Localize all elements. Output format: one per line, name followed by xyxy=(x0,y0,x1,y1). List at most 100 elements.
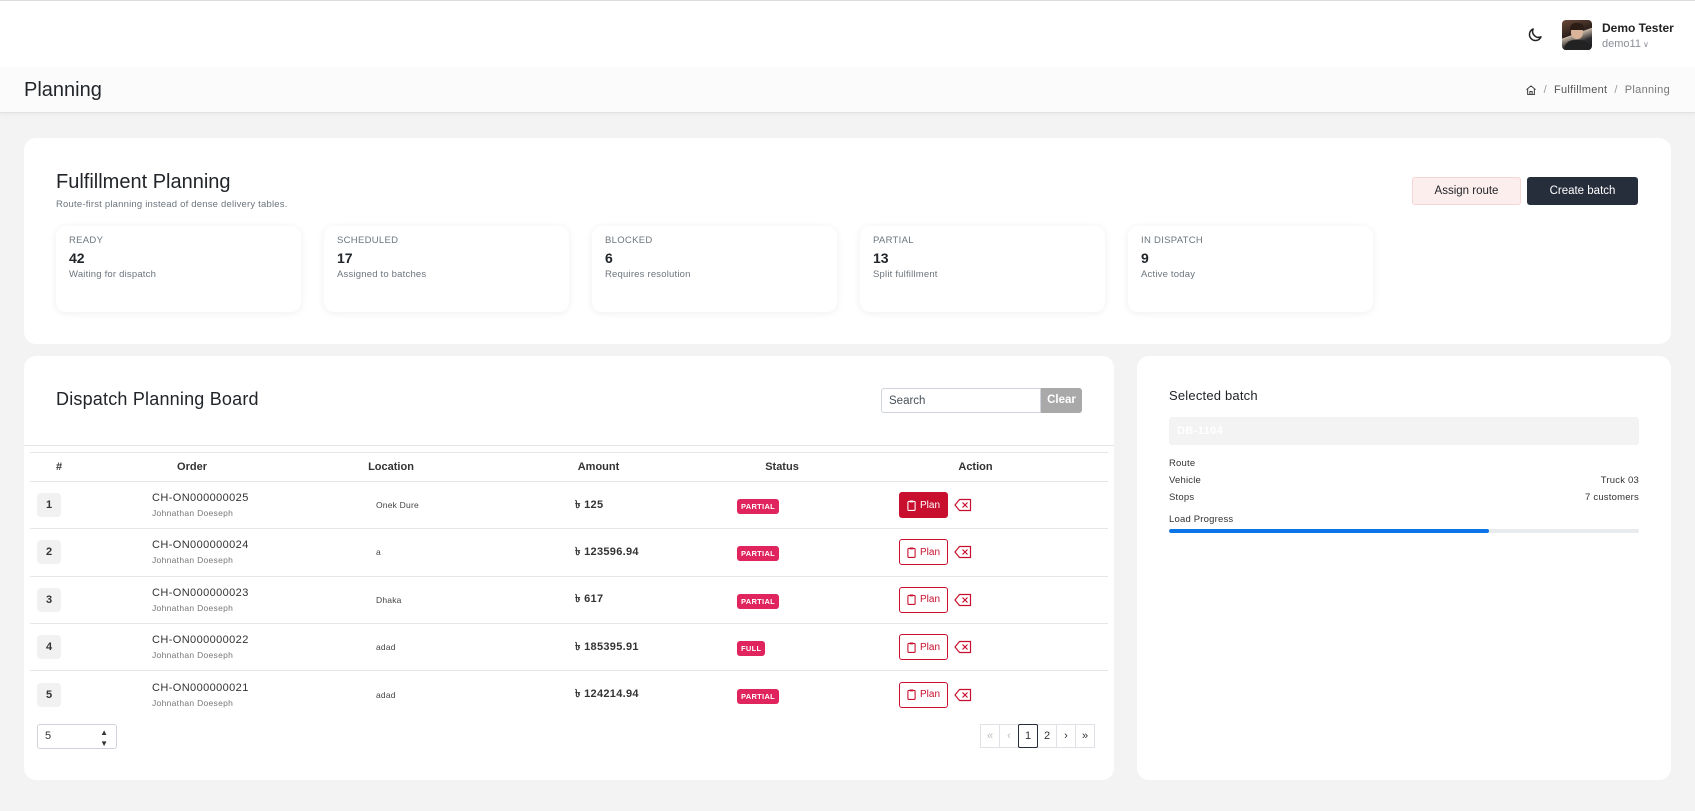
plan-button[interactable]: Plan xyxy=(899,681,948,708)
order-id[interactable]: CH-ON000000021 xyxy=(152,682,296,694)
plan-label: Plan xyxy=(919,594,940,606)
breadcrumb-fulfillment[interactable]: Fulfillment xyxy=(1554,84,1607,96)
stat-label: PARTIAL xyxy=(873,235,914,246)
batch-route-row: Route xyxy=(1169,458,1639,469)
section-title: Fulfillment Planning xyxy=(56,171,231,193)
status-badge: PARTIAL xyxy=(737,499,780,515)
status-badge: PARTIAL xyxy=(737,546,780,562)
plan-button[interactable]: Plan xyxy=(899,634,948,661)
customer-name: Johnathan Doeseph xyxy=(152,602,234,613)
avatar[interactable] xyxy=(1562,20,1592,50)
order-id[interactable]: CH-ON000000022 xyxy=(152,634,296,646)
amount: ৳ 124214.94 xyxy=(575,688,639,701)
batch-stops-row: Stops 7 customers xyxy=(1169,492,1639,503)
load-progress-bar xyxy=(1169,529,1639,533)
clear-button[interactable]: Clear xyxy=(1041,388,1082,413)
order-id[interactable]: CH-ON000000025 xyxy=(152,492,296,504)
column-header-number: # xyxy=(55,461,63,473)
search-input[interactable] xyxy=(881,388,1041,413)
user-handle: demo11 xyxy=(1602,38,1641,50)
table-header: # Order Location Amount Status Action xyxy=(30,452,1108,482)
clipboard-icon xyxy=(907,642,916,653)
selected-batch-card: Selected batch DB-1104 Route Vehicle Tru… xyxy=(1137,356,1671,780)
breadcrumb: / Fulfillment / Planning xyxy=(1525,84,1670,96)
create-batch-button[interactable]: Create batch xyxy=(1527,177,1638,205)
stat-value: 42 xyxy=(69,250,85,266)
stats-row: READY 42 Waiting for dispatch SCHEDULED … xyxy=(56,226,1373,312)
batch-title: Selected batch xyxy=(1169,388,1258,403)
row-number: 1 xyxy=(37,493,61,518)
location: Dhaka xyxy=(376,594,402,605)
page-first-button[interactable]: « xyxy=(980,724,1000,748)
stat-note: Split fulfillment xyxy=(873,269,938,280)
backspace-x-icon[interactable] xyxy=(954,593,972,607)
stat-note: Waiting for dispatch xyxy=(69,269,157,280)
backspace-x-icon[interactable] xyxy=(954,545,972,559)
stops-value: 7 customers xyxy=(1585,492,1639,503)
page-2-button[interactable]: 2 xyxy=(1037,724,1057,748)
order-id[interactable]: CH-ON000000023 xyxy=(152,587,296,599)
table-row: 2 CH-ON000000024 Johnathan Doeseph a ৳ 1… xyxy=(30,529,1108,577)
page-size-select[interactable]: 5 ▲ ▼ xyxy=(37,724,117,749)
clipboard-icon xyxy=(907,594,916,606)
customer-name: Johnathan Doeseph xyxy=(152,508,234,519)
backspace-x-icon[interactable] xyxy=(954,688,972,702)
row-number: 2 xyxy=(37,540,61,565)
page-last-button[interactable]: » xyxy=(1075,724,1095,748)
stat-card-in-dispatch: IN DISPATCH 9 Active today xyxy=(1128,226,1373,312)
order-id[interactable]: CH-ON000000024 xyxy=(152,539,296,551)
page-next-button[interactable]: › xyxy=(1056,724,1076,748)
location: Onek Dure xyxy=(376,500,419,511)
table-row: 3 CH-ON000000023 Johnathan Doeseph Dhaka… xyxy=(30,577,1108,624)
amount: ৳ 125 xyxy=(575,498,604,511)
row-number: 4 xyxy=(37,635,61,660)
plan-button[interactable]: Plan xyxy=(899,539,948,566)
clipboard-icon xyxy=(907,689,916,701)
divider xyxy=(24,445,1114,446)
page-1-button[interactable]: 1 xyxy=(1018,724,1038,748)
stat-note: Active today xyxy=(1141,269,1196,280)
page-prev-button[interactable]: ‹ xyxy=(999,724,1019,748)
user-name[interactable]: Demo Tester xyxy=(1602,21,1674,35)
load-progress-row: Load Progress xyxy=(1169,514,1639,525)
breadcrumb-separator: / xyxy=(1614,84,1618,96)
stat-label: BLOCKED xyxy=(605,235,653,246)
section-subtitle: Route-first planning instead of dense de… xyxy=(56,199,288,210)
backspace-x-icon[interactable] xyxy=(954,498,972,512)
select-arrows-icon: ▲ ▼ xyxy=(100,728,108,748)
stops-label: Stops xyxy=(1169,492,1195,503)
table-row: 5 CH-ON000000021 Johnathan Doeseph adad … xyxy=(30,671,1108,718)
pagination: « ‹ 1 2 › » xyxy=(980,724,1095,748)
stat-label: READY xyxy=(69,235,104,246)
column-header-amount: Amount xyxy=(577,461,620,473)
batch-vehicle-row: Vehicle Truck 03 xyxy=(1169,475,1639,486)
vehicle-value: Truck 03 xyxy=(1600,475,1639,486)
page-title: Planning xyxy=(24,79,102,101)
stat-card-ready: READY 42 Waiting for dispatch xyxy=(56,226,301,312)
stat-label: SCHEDULED xyxy=(337,235,399,246)
user-menu-toggle[interactable]: demo11 ∨ xyxy=(1602,38,1649,50)
home-icon[interactable] xyxy=(1525,84,1537,96)
plan-button[interactable]: Plan xyxy=(899,492,948,519)
fulfillment-summary-card: Fulfillment Planning Route-first plannin… xyxy=(24,138,1671,344)
progress-label: Load Progress xyxy=(1169,514,1234,525)
backspace-x-icon[interactable] xyxy=(954,640,972,654)
customer-name: Johnathan Doeseph xyxy=(152,697,234,708)
column-header-location: Location xyxy=(368,461,414,473)
plan-label: Plan xyxy=(919,499,940,511)
page-size-value: 5 xyxy=(45,730,52,742)
amount: ৳ 123596.94 xyxy=(575,545,639,558)
row-number: 5 xyxy=(37,682,61,707)
column-header-action: Action xyxy=(958,461,993,473)
plan-button[interactable]: Plan xyxy=(899,586,948,613)
moon-icon[interactable] xyxy=(1526,26,1544,44)
dispatch-board-card: Dispatch Planning Board Clear # Order Lo… xyxy=(24,356,1114,780)
assign-route-button[interactable]: Assign route xyxy=(1412,177,1521,205)
amount: ৳ 185395.91 xyxy=(575,640,639,653)
breadcrumb-separator: / xyxy=(1543,84,1547,96)
location: adad xyxy=(376,642,396,653)
location: adad xyxy=(376,689,396,700)
board-title: Dispatch Planning Board xyxy=(56,389,259,409)
batch-id: DB-1104 xyxy=(1169,417,1639,445)
location: a xyxy=(376,547,381,558)
